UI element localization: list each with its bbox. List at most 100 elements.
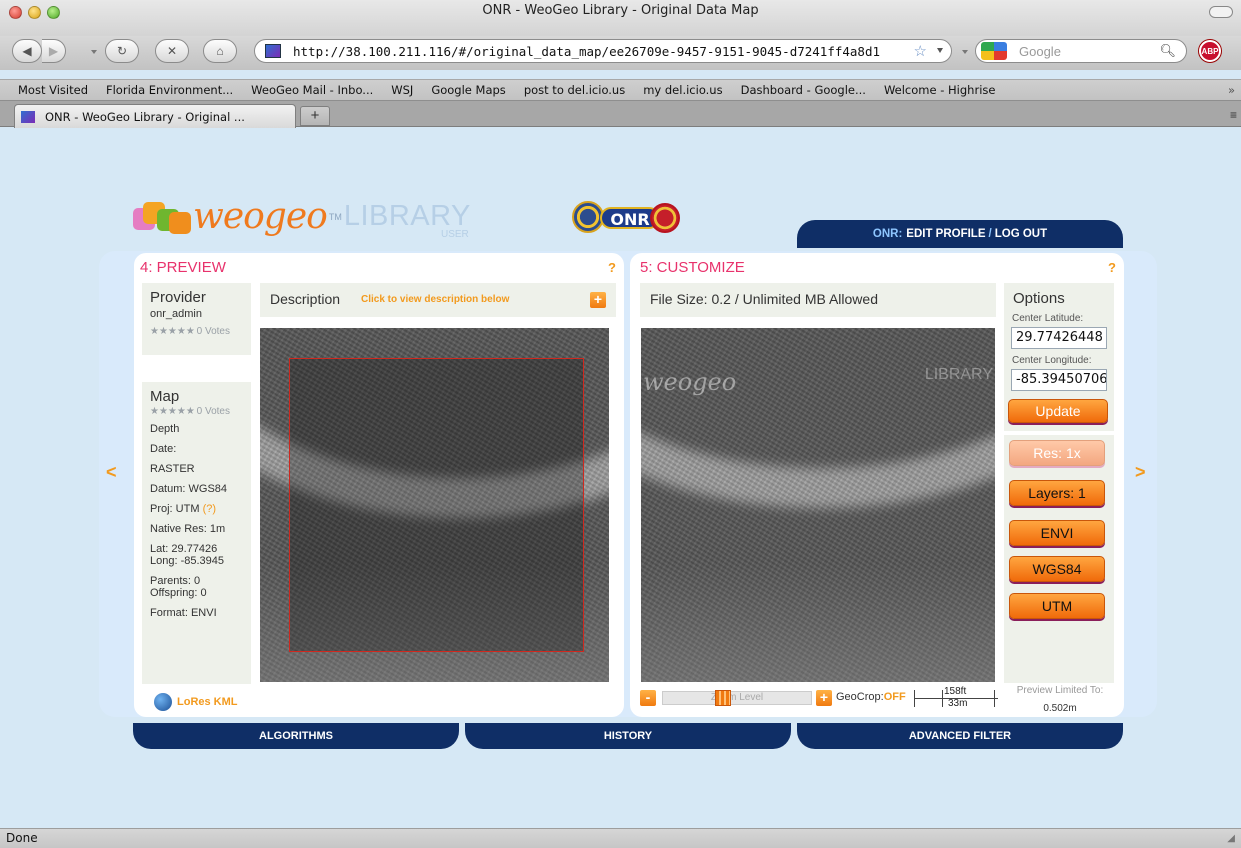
center-longitude-input[interactable]: -85.39450706: [1011, 369, 1107, 391]
map-date: Date:: [150, 443, 177, 455]
geocrop-toggle[interactable]: GeoCrop:OFF: [836, 691, 906, 703]
format-button[interactable]: ENVI: [1009, 520, 1105, 546]
tab-active[interactable]: ONR - WeoGeo Library - Original ...: [14, 104, 296, 128]
projection-button[interactable]: UTM: [1009, 593, 1105, 619]
tab-algorithms[interactable]: ALGORITHMS: [133, 723, 459, 749]
zoom-in-button[interactable]: +: [816, 690, 832, 706]
expand-description-button[interactable]: +: [590, 292, 606, 308]
options-heading: Options: [1013, 290, 1065, 307]
bookmarks-toolbar: Most Visited Florida Environment... WeoG…: [0, 79, 1241, 100]
status-text: Done: [6, 831, 38, 845]
url-bar[interactable]: http://38.100.211.116/#/original_data_ma…: [254, 39, 952, 63]
bookmark-florida-environment[interactable]: Florida Environment...: [88, 83, 233, 97]
center-longitude-label: Center Longitude:: [1012, 355, 1092, 366]
map-info-box: Map ★★★★★ 0 Votes Depth Date: RASTER Dat…: [142, 382, 251, 684]
center-latitude-label: Center Latitude:: [1012, 313, 1084, 324]
tab-bar: ONR - WeoGeo Library - Original ... + ≡: [0, 100, 1241, 128]
bookmark-my-delicious[interactable]: my del.icio.us: [625, 83, 722, 97]
provider-heading: Provider: [150, 289, 206, 306]
prev-arrow-button[interactable]: <: [106, 462, 117, 483]
file-size-box: File Size: 0.2 / Unlimited MB Allowed: [640, 283, 996, 317]
search-engine-icon[interactable]: [981, 42, 1007, 60]
map-stars-icon: ★★★★★: [150, 406, 195, 417]
provider-name[interactable]: onr_admin: [142, 306, 251, 320]
lores-kml-link[interactable]: LoRes KML: [154, 693, 238, 711]
profile-prefix: ONR:: [872, 228, 903, 240]
home-button[interactable]: ⌂: [203, 39, 237, 63]
update-button[interactable]: Update: [1008, 399, 1108, 423]
next-arrow-button[interactable]: >: [1135, 462, 1146, 483]
tab-list-icon[interactable]: ≡: [1230, 108, 1237, 122]
search-engine-arrow-icon[interactable]: [962, 50, 968, 54]
center-latitude-input[interactable]: 29.77426448: [1011, 327, 1107, 349]
customize-map-image[interactable]: weogeo LIBRARY: [641, 328, 995, 682]
new-tab-button[interactable]: +: [300, 106, 330, 126]
resolution-button[interactable]: Res: 1x: [1009, 440, 1105, 466]
site-favicon-icon: [265, 44, 281, 58]
map-type: RASTER: [150, 463, 195, 475]
map-rating[interactable]: ★★★★★ 0 Votes: [142, 405, 251, 417]
adblock-plus-icon[interactable]: ABP: [1199, 40, 1221, 62]
logo-blocks-icon: [133, 200, 191, 234]
history-dropdown-icon[interactable]: [91, 50, 97, 54]
crop-rectangle[interactable]: [289, 358, 584, 652]
bookmark-dashboard-google[interactable]: Dashboard - Google...: [723, 83, 866, 97]
map-lat: Lat: 29.77426: [150, 543, 218, 555]
provider-stars-icon: ★★★★★: [150, 326, 195, 337]
customize-title: 5: CUSTOMIZE: [640, 259, 745, 276]
logo-trademark: TM: [328, 211, 342, 222]
toolbar-toggle-button[interactable]: [1209, 6, 1233, 18]
provider-rating[interactable]: ★★★★★ 0 Votes: [142, 320, 251, 337]
view-description-link[interactable]: Click to view description below: [361, 294, 509, 305]
tab-favicon-icon: [21, 110, 35, 123]
url-dropdown-icon[interactable]: [937, 48, 943, 53]
bookmark-google-maps[interactable]: Google Maps: [413, 83, 505, 97]
customize-help-button[interactable]: ?: [1108, 260, 1116, 275]
resize-grip-icon[interactable]: ◢: [1227, 833, 1235, 844]
tab-history[interactable]: HISTORY: [465, 723, 791, 749]
search-input[interactable]: Google: [1019, 44, 1061, 59]
home-icon: ⌂: [216, 44, 224, 58]
map-details: Depth Date: RASTER Datum: WGS84 Proj: UT…: [142, 417, 251, 619]
proj-help-link[interactable]: (?): [203, 503, 216, 515]
bookmark-wsj[interactable]: WSJ: [373, 83, 413, 97]
reload-button[interactable]: ↻: [105, 39, 139, 63]
back-button[interactable]: ◀: [12, 39, 42, 63]
bookmark-welcome-highrise[interactable]: Welcome - Highrise: [866, 83, 996, 97]
lores-kml-label: LoRes KML: [177, 696, 238, 708]
weogeo-library-logo[interactable]: weogeo TM LIBRARY USER: [133, 196, 471, 240]
stop-button[interactable]: ✕: [155, 39, 189, 63]
map-heading: Map: [150, 388, 180, 405]
tab-advanced-filter[interactable]: ADVANCED FILTER: [797, 723, 1123, 749]
profile-tab: ONR: EDIT PROFILE / LOG OUT: [797, 220, 1123, 248]
url-text[interactable]: http://38.100.211.116/#/original_data_ma…: [293, 44, 913, 59]
datum-button[interactable]: WGS84: [1009, 556, 1105, 582]
back-arrow-icon: ◀: [22, 44, 32, 58]
zoom-out-button[interactable]: -: [640, 690, 656, 706]
bookmark-post-delicious[interactable]: post to del.icio.us: [506, 83, 625, 97]
map-depth: Depth: [150, 423, 180, 435]
map-votes: 0 Votes: [196, 406, 230, 417]
search-icon[interactable]: 🔍︎: [1159, 43, 1176, 59]
bookmark-weogeo-mail[interactable]: WeoGeo Mail - Inbo...: [233, 83, 373, 97]
zoom-slider-handle[interactable]: [715, 690, 731, 706]
tab-label: ONR - WeoGeo Library - Original ...: [45, 109, 245, 124]
logo-user-label: USER: [441, 229, 469, 240]
preview-map-image[interactable]: [260, 328, 609, 682]
forward-arrow-icon: ▶: [48, 44, 59, 58]
zoom-slider[interactable]: Zoom Level: [662, 690, 812, 706]
bookmarks-overflow-icon[interactable]: »: [1228, 83, 1235, 97]
scale-bar: 158ft 33m: [914, 686, 998, 709]
forward-button[interactable]: ▶: [42, 39, 66, 63]
search-box[interactable]: Google 🔍︎: [975, 39, 1187, 63]
bookmark-star-icon[interactable]: ☆: [914, 42, 927, 60]
map-offspring: Offspring: 0: [150, 587, 207, 599]
edit-profile-link[interactable]: EDIT PROFILE: [906, 228, 985, 240]
log-out-link[interactable]: LOG OUT: [995, 228, 1047, 240]
bookmark-most-visited[interactable]: Most Visited: [0, 83, 88, 97]
status-bar: Done ◢: [0, 828, 1241, 848]
layers-button[interactable]: Layers: 1: [1009, 480, 1105, 506]
logo-wordmark: weogeo: [193, 196, 328, 237]
onr-logo: ONR: [570, 201, 688, 237]
preview-help-button[interactable]: ?: [608, 260, 616, 275]
